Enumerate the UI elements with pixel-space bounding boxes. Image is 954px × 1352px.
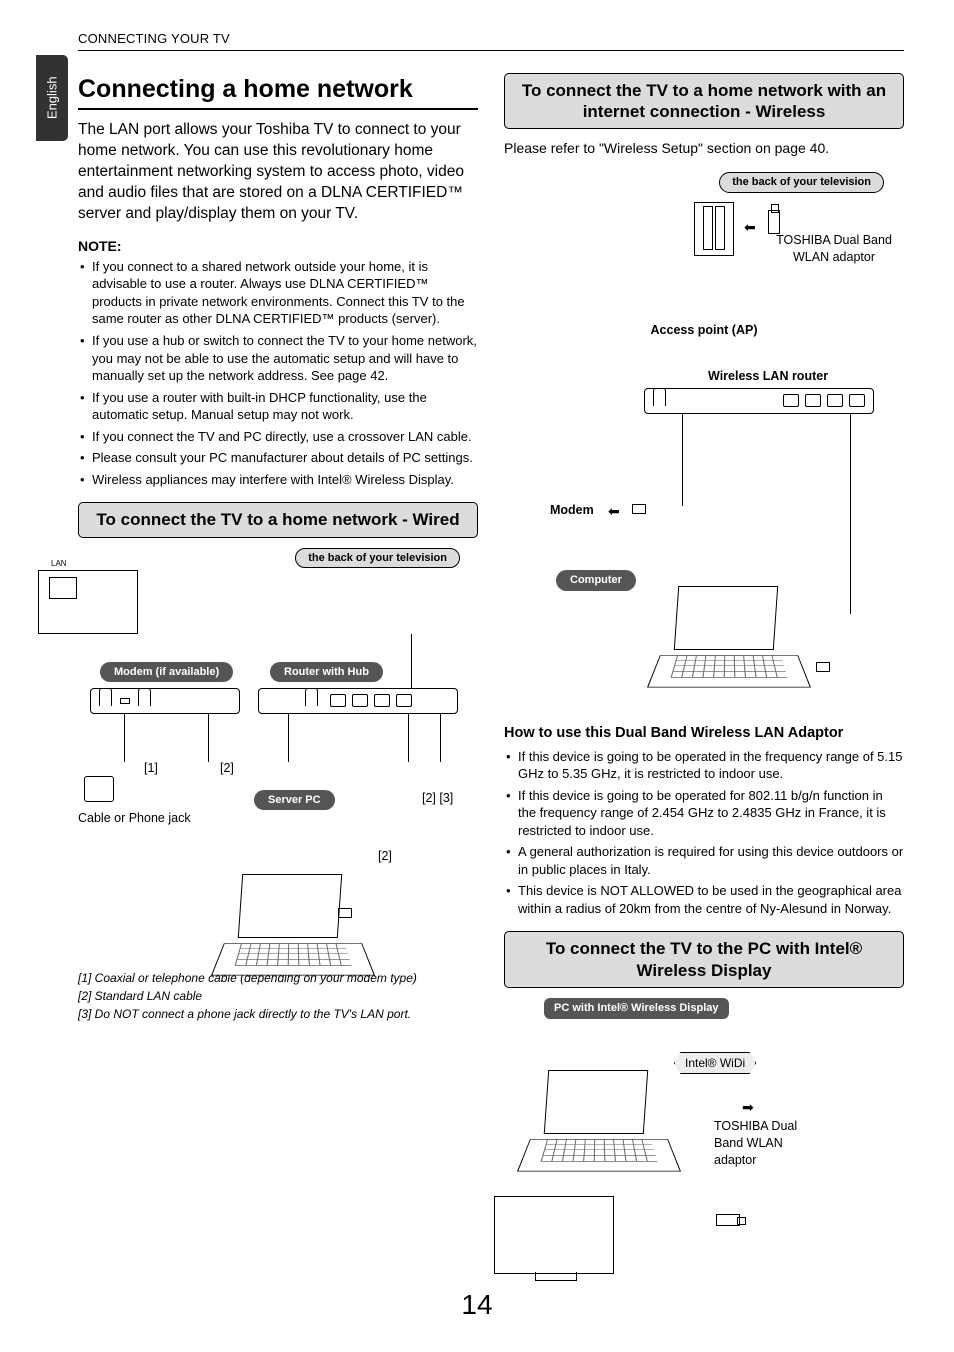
wired-diagram: the back of your television Modem (if av… [78,548,478,968]
arrow-left-icon [744,218,756,237]
widi-pc-icon [524,1070,674,1180]
list-item: If this device is going to be operated f… [504,787,904,840]
list-item: A general authorization is required for … [504,843,904,878]
footnote: [2] Standard LAN cable [78,988,478,1004]
tv-back-pill: the back of your television [719,172,884,193]
adaptor-label: TOSHIBA Dual Band WLAN adaptor [774,232,894,266]
footnote: [3] Do NOT connect a phone jack directly… [78,1006,478,1022]
note-item: If you connect the TV and PC directly, u… [78,428,478,446]
page-number: 14 [0,1286,954,1324]
wlan-router-label: Wireless LAN router [708,368,828,385]
plug-icon [338,904,352,923]
wireless-heading: To connect the TV to a home network with… [504,73,904,130]
modem-label: Modem [550,502,594,519]
arrow-left-icon [608,502,620,521]
router-icon [258,688,458,714]
widi-link-label: Intel® WiDi [674,1052,756,1074]
list-item: This device is NOT ALLOWED to be used in… [504,882,904,917]
ref-1: [1] [144,760,158,777]
intro-paragraph: The LAN port allows your Toshiba TV to c… [78,120,478,225]
refer-text: Please refer to "Wireless Setup" section… [504,139,904,158]
tv-front-icon [494,1196,614,1274]
wall-jack-icon [84,776,114,802]
right-column: To connect the TV to a home network with… [504,73,904,1198]
note-item: Please consult your PC manufacturer abou… [78,449,478,467]
cable-line [208,714,209,762]
router-pill: Router with Hub [270,662,383,683]
modem-pill: Modem (if available) [100,662,233,683]
tv-back-icon [38,570,138,634]
access-point-label: Access point (AP) [504,322,904,339]
dual-band-heading: How to use this Dual Band Wireless LAN A… [504,724,904,744]
cable-line [411,634,412,694]
cable-jack-label: Cable or Phone jack [78,810,191,827]
plug-icon [632,504,646,514]
dual-band-list: If this device is going to be operated i… [504,748,904,918]
widi-adaptor-label: TOSHIBA Dual Band WLAN adaptor [714,1118,824,1169]
server-pc-icon [218,874,368,984]
arrow-right-icon [742,1098,754,1117]
ref-23: [2] [3] [422,790,453,807]
cable-line [288,714,289,762]
wlan-adaptor-icon [768,210,780,234]
ref-2b: [2] [378,848,392,865]
cable-line [408,714,409,762]
widi-pc-pill: PC with Intel® Wireless Display [544,998,729,1019]
cable-line [682,414,683,506]
running-header: CONNECTING YOUR TV [78,30,904,51]
note-label: NOTE: [78,237,478,256]
wireless-diagram: the back of your television TOSHIBA Dual… [504,172,904,712]
list-item: If this device is going to be operated i… [504,748,904,783]
ref-2: [2] [220,760,234,777]
section-title: Connecting a home network [78,73,478,111]
cable-line [850,414,851,614]
note-item: Wireless appliances may interfere with I… [78,471,478,489]
computer-icon [654,586,804,696]
cable-line [440,714,441,762]
widi-heading: To connect the TV to the PC with Intel® … [504,931,904,988]
computer-pill: Computer [556,570,636,591]
tv-back-pill: the back of your television [295,548,460,569]
note-item: If you use a router with built-in DHCP f… [78,389,478,424]
server-pill: Server PC [254,790,335,811]
cable-line [124,714,125,762]
widi-adaptor-icon [716,1214,740,1226]
left-column: Connecting a home network The LAN port a… [78,73,478,1198]
note-item: If you use a hub or switch to connect th… [78,332,478,385]
language-tab-text: English [43,77,61,120]
note-list: If you connect to a shared network outsi… [78,258,478,489]
usb-ports-icon [694,202,734,256]
wired-heading: To connect the TV to a home network - Wi… [78,502,478,537]
wlan-router-icon [644,388,874,414]
plug-icon [816,662,830,672]
modem-icon [90,688,240,714]
note-item: If you connect to a shared network outsi… [78,258,478,328]
widi-diagram: PC with Intel® Wireless Display Intel® W… [504,998,904,1198]
language-tab: English [36,55,68,141]
